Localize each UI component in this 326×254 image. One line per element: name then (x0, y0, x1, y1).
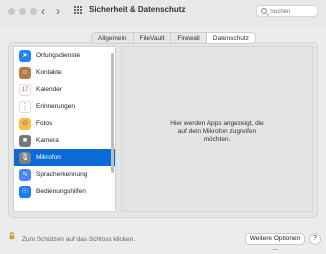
speech-recognition-icon: ∿ (19, 168, 31, 181)
photos-icon: ✿ (19, 117, 31, 130)
privacy-item-camera[interactable]: ■ Kamera (14, 132, 115, 149)
forward-button[interactable]: › (56, 5, 60, 17)
help-button[interactable]: ? (309, 233, 321, 245)
lock-instruction: Zum Schützen auf das Schloss klicken. (22, 236, 136, 243)
minimize-window-button[interactable] (19, 8, 26, 15)
privacy-list-scrollbar[interactable] (111, 53, 114, 173)
security-tabs: Allgemein FileVault Firewall Datenschutz (91, 32, 256, 44)
privacy-item-label: Spracherkennung (36, 171, 88, 178)
camera-icon: ■ (19, 134, 31, 147)
privacy-item-label: Bedienungshilfen (36, 188, 86, 195)
accessibility-icon: ☉ (19, 185, 31, 198)
window-title: Sicherheit & Datenschutz (89, 5, 186, 14)
privacy-item-label: Kontakte (36, 69, 62, 76)
zoom-window-button[interactable] (30, 8, 37, 15)
search-icon (261, 8, 267, 14)
tab-general[interactable]: Allgemein (92, 33, 134, 43)
privacy-item-microphone[interactable]: 🎙 Mikrofon (14, 149, 115, 166)
privacy-category-list[interactable]: ➤ Ortungsdienste ☺ Kontakte 17 Kalender … (13, 46, 116, 212)
privacy-item-label: Fotos (36, 120, 53, 127)
lock-icon[interactable] (8, 232, 16, 240)
microphone-icon: 🎙 (19, 151, 31, 164)
search-field[interactable] (256, 5, 318, 17)
privacy-item-photos[interactable]: ✿ Fotos (14, 115, 115, 132)
tab-privacy[interactable]: Datenschutz (206, 33, 255, 43)
privacy-item-contacts[interactable]: ☺ Kontakte (14, 64, 115, 81)
location-arrow-icon: ➤ (19, 49, 31, 62)
more-options-button[interactable]: Weitere Optionen … (245, 233, 305, 252)
back-button[interactable]: ‹ (41, 5, 45, 17)
privacy-detail-pane: Hier werden Apps angezeigt, die auf dein… (121, 46, 313, 212)
privacy-item-speech-recognition[interactable]: ∿ Spracherkennung (14, 166, 115, 183)
privacy-item-calendar[interactable]: 17 Kalender (14, 81, 115, 98)
privacy-item-label: Kalender (36, 86, 63, 93)
window-titlebar: ‹ › Sicherheit & Datenschutz (0, 0, 326, 26)
contacts-icon: ☺ (19, 66, 31, 79)
privacy-item-label: Ortungsdienste (36, 52, 81, 59)
privacy-item-location-services[interactable]: ➤ Ortungsdienste (14, 47, 115, 64)
privacy-item-label: Erinnerungen (36, 103, 76, 110)
show-all-preferences-icon[interactable] (74, 6, 82, 14)
tab-firewall[interactable]: Firewall (171, 33, 207, 43)
privacy-item-label: Kamera (36, 137, 59, 144)
microphone-apps-message: Hier werden Apps angezeigt, die auf dein… (170, 120, 264, 143)
tab-filevault[interactable]: FileVault (134, 33, 172, 43)
search-input[interactable] (270, 7, 315, 16)
close-window-button[interactable] (8, 8, 15, 15)
calendar-icon: 17 (19, 83, 31, 96)
privacy-item-reminders[interactable]: ⋮ Erinnerungen (14, 98, 115, 115)
privacy-item-accessibility[interactable]: ☉ Bedienungshilfen (14, 183, 115, 200)
reminders-icon: ⋮ (19, 100, 31, 113)
privacy-item-label: Mikrofon (36, 154, 61, 161)
